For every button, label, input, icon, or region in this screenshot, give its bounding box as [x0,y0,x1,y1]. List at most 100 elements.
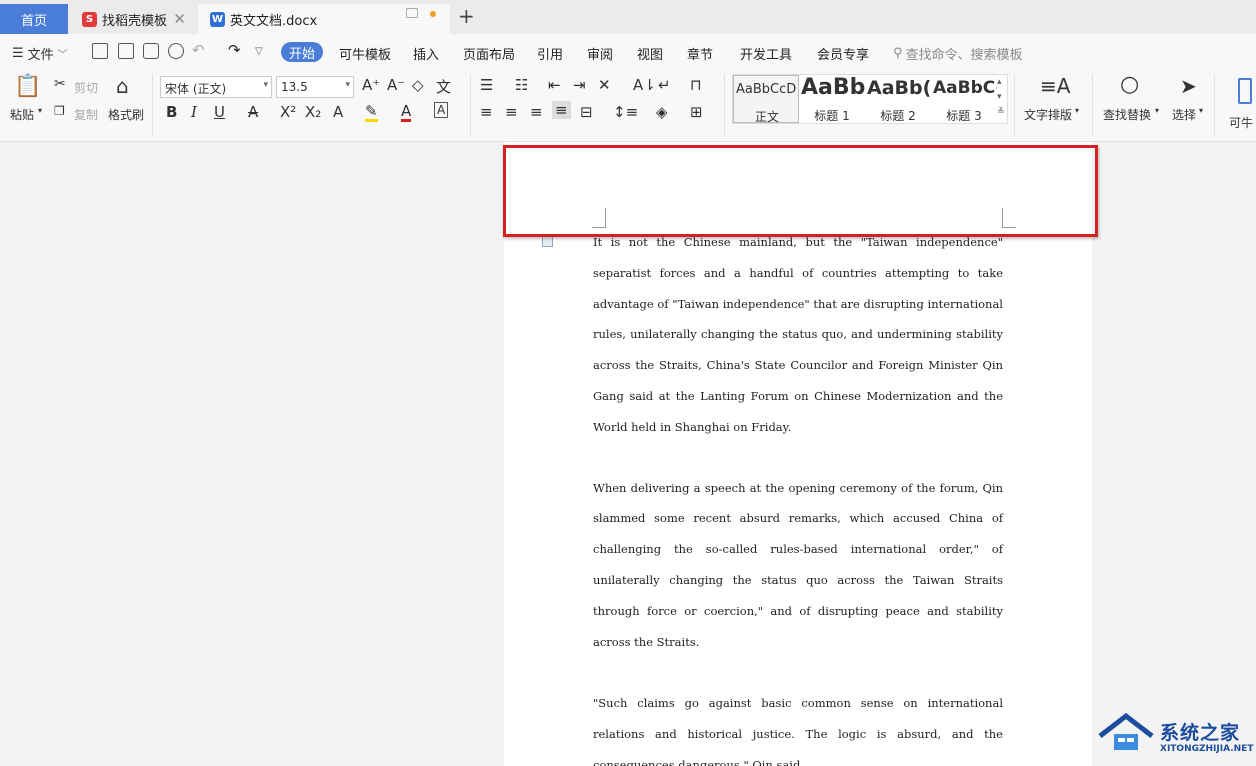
tab-template-label: 找稻壳模板 [102,13,168,29]
scroll-up-icon[interactable]: ▴ [997,77,1002,87]
align-left-icon[interactable]: ≡ [480,103,493,121]
increase-indent-icon[interactable]: ⇥ [573,76,586,94]
highlight-icon[interactable]: ✎ [365,103,378,122]
align-center-icon[interactable]: ≡ [505,103,518,121]
menu-item-view[interactable]: 视图 [637,44,663,63]
line-spacing-icon[interactable]: ↕≡ [613,103,638,121]
justify-icon[interactable]: ≡ [552,101,571,119]
monitor-icon[interactable] [406,8,418,18]
menu-item-member[interactable]: 会员专享 [817,44,869,63]
menu-item-template[interactable]: 可牛模板 [339,44,391,63]
text-effect-icon[interactable]: A [333,103,343,121]
menu-item-review[interactable]: 审阅 [587,44,613,63]
find-icon[interactable]: ○ [1120,72,1139,97]
style-normal[interactable]: AaBbCcD 正文 [733,75,799,124]
tab-home[interactable]: 首页 [0,4,68,34]
bullet-list-icon[interactable]: ☰ [480,76,493,94]
style-heading-3[interactable]: AaBbC( 标题 3 [931,75,997,123]
shading-icon[interactable]: ◈ [656,103,668,121]
select-button[interactable]: 选择 [1172,106,1196,123]
find-replace-button[interactable]: 查找替换 [1103,106,1151,123]
format-painter-icon[interactable]: ⌂ [116,74,129,98]
command-search[interactable]: ⚲ 查找命令、搜索模板 [893,44,1023,63]
menu-item-insert[interactable]: 插入 [413,44,439,63]
tab-start[interactable]: 开始 [281,42,323,62]
paragraph[interactable]: When delivering a speech at the opening … [593,473,1003,658]
font-color-icon[interactable]: A [401,103,412,122]
print-icon[interactable] [143,43,159,59]
close-icon[interactable]: ✕ [173,10,186,28]
text-layout-button[interactable]: 文字排版 [1024,106,1072,123]
decrease-font-icon[interactable]: A⁻ [387,76,405,94]
menu-item-page-layout[interactable]: 页面布局 [463,44,515,63]
ruler-icon[interactable]: ⊓ [690,76,702,94]
paragraph-handle-icon[interactable] [542,236,553,247]
italic-icon[interactable]: I [191,103,197,121]
strikethrough-icon[interactable]: A [248,103,258,121]
save-icon[interactable] [92,43,108,59]
separator [1092,74,1093,136]
separator [1014,74,1015,136]
style-gallery: AaBbCcD 正文 AaBb 标题 1 AaBb( 标题 2 AaBbC( 标… [732,74,1008,124]
template-icon[interactable] [1238,78,1252,104]
copy-button[interactable]: 复制 [74,106,98,123]
align-right-icon[interactable]: ≡ [530,103,543,121]
menu-item-developer[interactable]: 开发工具 [740,44,792,63]
clear-format-icon[interactable]: ◇ [412,76,424,94]
redo-icon[interactable]: ↷ [228,41,241,59]
paste-icon[interactable]: 📋 [14,74,41,99]
style-heading-1[interactable]: AaBb 标题 1 [799,75,865,123]
char-border-icon[interactable]: A [434,102,449,118]
tab-template[interactable]: S 找稻壳模板 ✕ [70,4,196,34]
subscript-icon[interactable]: X₂ [305,103,321,121]
increase-font-icon[interactable]: A⁺ [362,76,380,94]
superscript-icon[interactable]: X² [280,103,296,121]
underline-icon[interactable]: U [214,103,225,121]
style-name: 标题 2 [880,109,916,123]
style-heading-2[interactable]: AaBb( 标题 2 [865,75,931,123]
scissors-icon: ✂ [54,76,66,92]
chevron-down-icon: ﹀ [57,50,68,61]
decrease-indent-icon[interactable]: ⇤ [548,76,561,94]
numbered-list-icon[interactable]: ☷ [515,76,528,94]
text-layout-icon[interactable]: ≡A [1040,74,1070,98]
export-pdf-icon[interactable] [118,43,134,59]
extra-button[interactable]: 可牛 [1229,114,1253,131]
bold-icon[interactable]: B [166,103,177,121]
chinese-layout-icon[interactable]: ✕ [598,76,611,94]
line-break-icon[interactable]: ↵ [658,76,671,94]
file-menu-label: 文件 [27,48,54,63]
word-doc-icon: W [210,11,225,27]
paste-button[interactable]: 粘贴 [10,106,34,123]
customize-dropdown-icon[interactable]: ▽ [255,46,263,57]
format-painter-button[interactable]: 格式刷 [108,106,144,123]
text-direction-icon[interactable]: A⇂ [633,76,656,94]
separator [470,74,471,136]
paste-dropdown-icon[interactable]: ▾ [38,106,42,115]
more-styles-icon[interactable]: ≚ [997,107,1005,117]
borders-icon[interactable]: ⊞ [690,103,703,121]
document-body[interactable]: It is not the Chinese mainland, but the … [593,227,1003,766]
separator [724,74,725,136]
select-cursor-icon[interactable]: ➤ [1180,74,1197,98]
new-tab-button[interactable]: + [458,4,475,28]
paragraph[interactable]: "Such claims go against basic common sen… [593,688,1003,766]
print-preview-icon[interactable] [168,43,184,59]
docer-icon: S [82,11,97,27]
menu-item-chapter[interactable]: 章节 [687,44,713,63]
search-icon: ⚲ [893,46,903,61]
style-sample: AaBb( [867,77,931,99]
house-logo-icon [1098,712,1154,750]
menu-item-references[interactable]: 引用 [537,44,563,63]
header-highlight-box [503,145,1098,237]
cut-button[interactable]: 剪切 [74,79,98,96]
file-menu[interactable]: ☰ 文件 ﹀ [12,44,68,63]
font-size-select[interactable]: 13.5 ▾ [276,76,354,98]
phonetic-guide-icon[interactable]: 文 [436,76,451,97]
distributed-align-icon[interactable]: ⊟ [580,103,593,121]
scroll-down-icon[interactable]: ▾ [997,92,1002,102]
chevron-down-icon: ▾ [1075,106,1080,115]
font-name-select[interactable]: 宋体 (正文) ▾ [160,76,272,98]
paragraph[interactable]: It is not the Chinese mainland, but the … [593,227,1003,443]
undo-icon[interactable]: ↶ [192,41,205,59]
